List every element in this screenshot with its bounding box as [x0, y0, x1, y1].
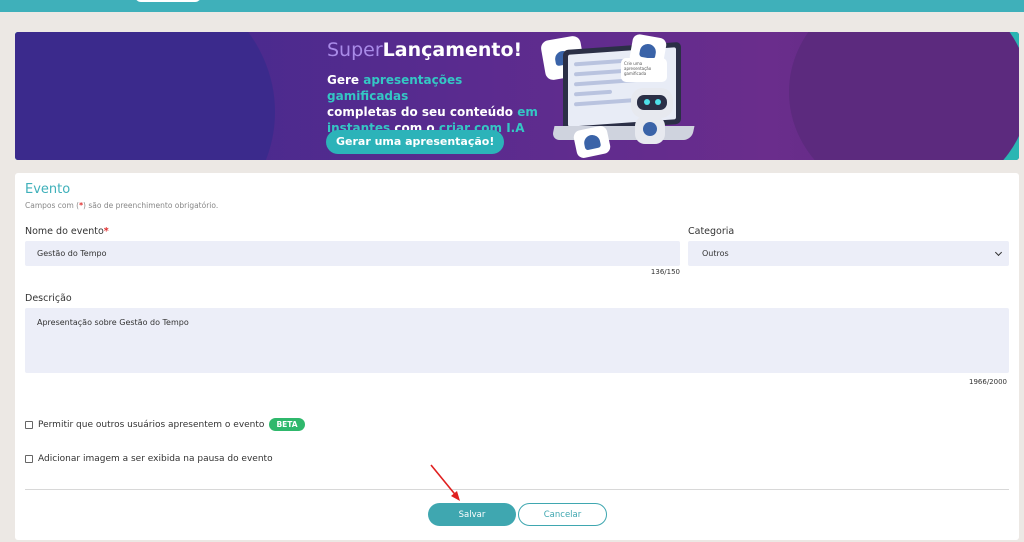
chevron-down-icon — [994, 248, 1003, 256]
allow-others-label[interactable]: Permitir que outros usuários apresentem … — [38, 420, 264, 430]
banner-decor-right-mask — [789, 32, 1019, 160]
banner-decor-left-mask — [15, 32, 275, 160]
navbar-tab-outline — [135, 0, 201, 2]
robot-icon — [631, 88, 673, 118]
description-label: Descrição — [25, 293, 72, 304]
promo-banner[interactable]: SuperLançamento! Gere apresentações gami… — [15, 32, 1019, 160]
allow-others-row[interactable]: Permitir que outros usuários apresentem … — [25, 418, 305, 431]
description-counter: 1966/2000 — [969, 378, 1007, 386]
category-selected-value: Outros — [702, 249, 729, 258]
event-name-counter: 136/150 — [650, 268, 680, 276]
add-image-checkbox[interactable] — [25, 455, 33, 463]
event-name-input[interactable]: Gestão do Tempo — [25, 241, 680, 266]
cancel-button[interactable]: Cancelar — [518, 503, 607, 526]
beta-badge: BETA — [269, 418, 305, 431]
event-name-label: Nome do evento* — [25, 226, 109, 237]
form-title: Evento — [25, 182, 71, 197]
required-hint: Campos com (*) são de preenchimento obri… — [25, 201, 219, 210]
banner-text: Gere apresentações gamificadas completas… — [327, 73, 538, 135]
add-image-row[interactable]: Adicionar imagem a ser exibida na pausa … — [25, 454, 273, 464]
category-select[interactable]: Outros — [688, 241, 1009, 266]
robot-body — [635, 116, 665, 144]
app-logo-card-icon — [572, 124, 612, 160]
speech-bubble: Crie uma apresentação gamificada — [621, 58, 667, 82]
save-button[interactable]: Salvar — [428, 503, 516, 526]
add-image-label[interactable]: Adicionar imagem a ser exibida na pausa … — [38, 454, 273, 464]
form-divider — [25, 489, 1009, 490]
banner-title: SuperLançamento! — [327, 39, 523, 61]
generate-presentation-button[interactable]: Gerar uma apresentação! — [326, 130, 505, 154]
allow-others-checkbox[interactable] — [25, 420, 33, 429]
category-label: Categoria — [688, 226, 735, 237]
description-textarea[interactable]: Apresentação sobre Gestão do Tempo — [25, 308, 1009, 373]
top-navbar — [0, 0, 1024, 12]
